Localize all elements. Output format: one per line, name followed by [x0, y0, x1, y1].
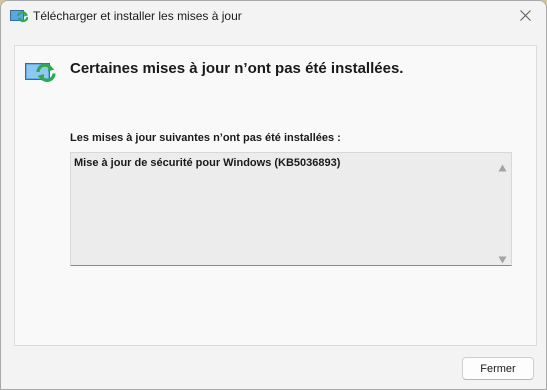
windows-update-large-icon — [25, 60, 59, 84]
list-item[interactable]: Mise à jour de sécurité pour Windows (KB… — [74, 157, 340, 169]
list-scrollbar[interactable] — [494, 153, 511, 265]
close-dialog-button[interactable]: Fermer — [462, 357, 534, 380]
scroll-down-arrow-icon[interactable] — [498, 251, 507, 264]
close-icon — [519, 8, 531, 26]
windows-update-icon — [10, 9, 29, 24]
update-dialog-window: Télécharger et installer les mises à jou… — [0, 0, 547, 390]
content-panel: Certaines mises à jour n’ont pas été ins… — [14, 45, 537, 346]
failed-updates-label: Les mises à jour suivantes n’ont pas été… — [70, 132, 341, 144]
window-title: Télécharger et installer les mises à jou… — [33, 9, 242, 23]
failed-updates-list[interactable]: Mise à jour de sécurité pour Windows (KB… — [70, 152, 512, 266]
close-button[interactable] — [502, 1, 546, 32]
failure-heading: Certaines mises à jour n’ont pas été ins… — [70, 60, 404, 77]
scroll-up-arrow-icon[interactable] — [498, 159, 507, 172]
title-bar[interactable]: Télécharger et installer les mises à jou… — [1, 1, 546, 33]
